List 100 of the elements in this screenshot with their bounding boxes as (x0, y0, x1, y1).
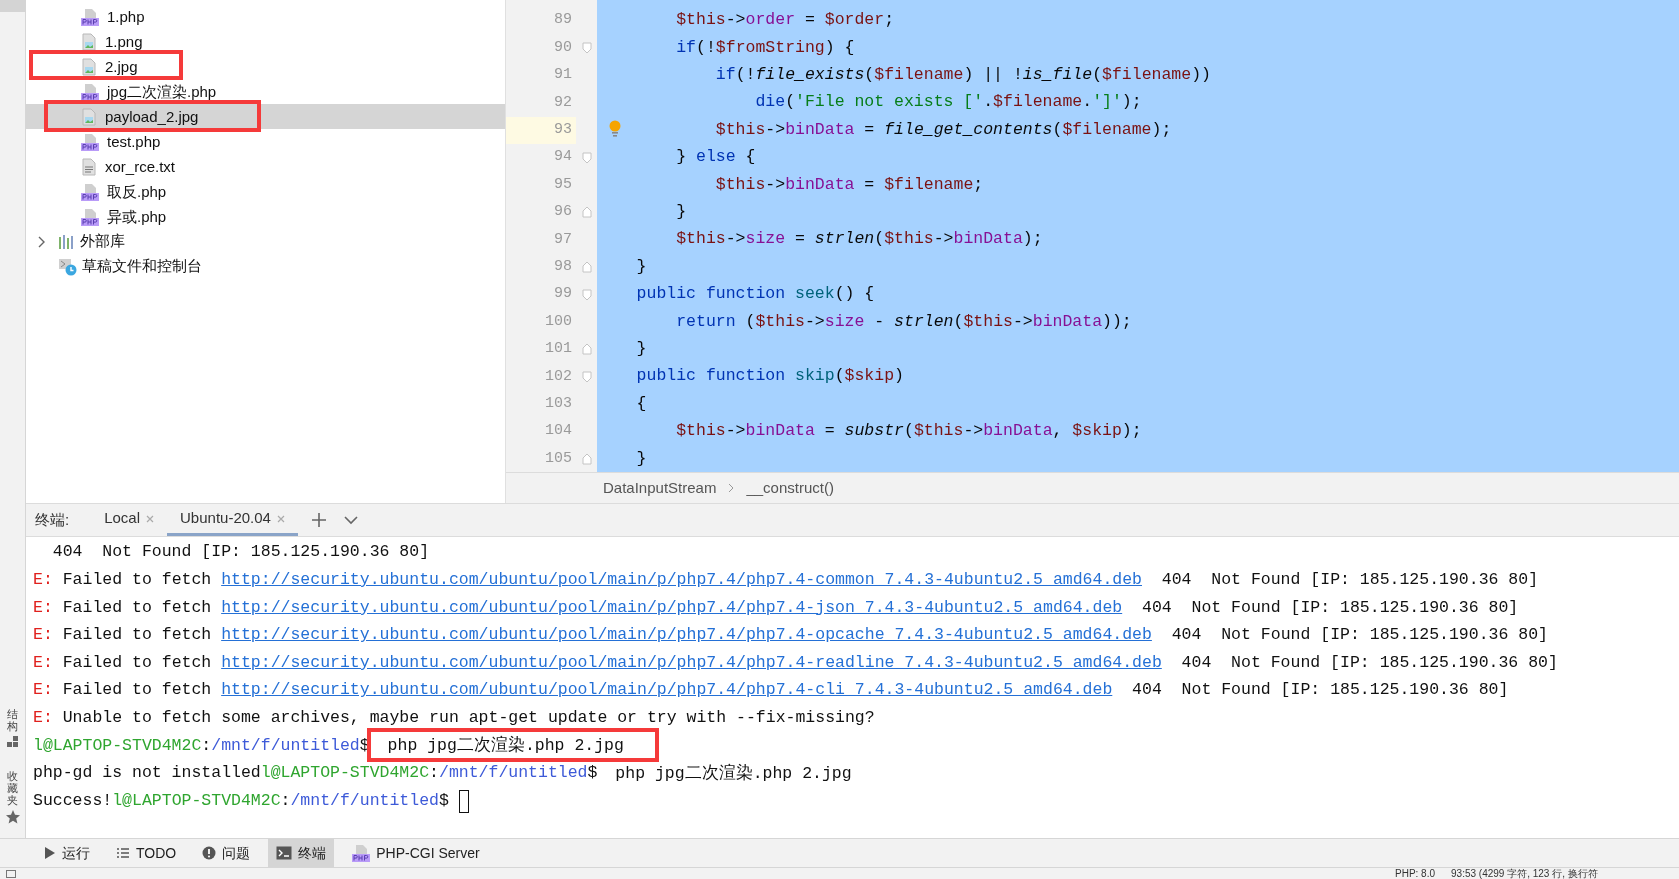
terminal-line: E: Failed to fetch http://security.ubuntu.com/ubuntu/pool/main/p/php7.4/php7.4-opcache_7.4.3-4ubuntu2.5_amd64.deb 404 Not Found [IP: 185.125.190.36 80] (33, 624, 1548, 647)
code-line: $this->order = $order; (676, 9, 895, 32)
code-line: } (636, 338, 647, 360)
scratch-clock-icon (58, 257, 78, 276)
line-number: 98 (553, 256, 573, 277)
code-line: $this->binData = $filename; (715, 173, 984, 196)
code-line: { (636, 392, 647, 415)
panel-label: 终端: (35, 509, 70, 530)
play-icon (44, 846, 56, 860)
library-icon (58, 233, 76, 250)
terminal-line: E: Failed to fetch http://security.ubuntu.com/ubuntu/pool/main/p/php7.4/php7.4-readline_7.4.3-4ubuntu2.5_amd64.deb 404 Not Found [IP: 185.125.190.36 80] (33, 651, 1558, 674)
code-line: } (636, 447, 647, 470)
tool-window-button[interactable]: PHP-CGI Server (344, 839, 488, 867)
structure-icon (6, 735, 19, 748)
php-file-icon (81, 82, 99, 101)
line-number: 94 (553, 147, 573, 168)
tree-item[interactable]: xor_rce.txt (26, 154, 505, 179)
terminal-icon (276, 846, 293, 860)
tree-item[interactable]: 1.php (26, 4, 505, 29)
tree-item[interactable]: 2.jpg (26, 54, 505, 79)
terminal-line: E: Failed to fetch http://security.ubuntu.com/ubuntu/pool/main/p/php7.4/php7.4-common_7.4.3-4ubuntu2.5_amd64.deb 404 Not Found [IP: 185.125.190.36 80] (33, 569, 1539, 591)
line-number: 105 (544, 448, 573, 469)
close-icon (146, 514, 155, 523)
tool-window-button[interactable]: 终端 (268, 839, 335, 867)
terminal-tab[interactable]: Ubuntu-20.04 (167, 504, 298, 536)
tool-window-button[interactable]: 问题 (194, 839, 259, 867)
line-number: 92 (553, 92, 573, 113)
code-line: public function seek() { (636, 283, 875, 306)
info-icon (202, 846, 217, 860)
line-number: 93 (506, 116, 576, 144)
command-text: php jpg二次渲染.php 2.jpg (386, 737, 624, 754)
tree-item[interactable]: 外部库 (80, 230, 125, 253)
line-number: 91 (553, 65, 573, 86)
star-icon (5, 810, 20, 824)
url-link[interactable]: http://security.ubuntu.com/ubuntu/pool/main/p/php7.4/php7.4-common_7.4.3-4ubuntu2.5_amd64.deb (221, 570, 1142, 589)
breadcrumb-item[interactable]: DataInputStream (603, 476, 717, 500)
php-file-icon (81, 132, 99, 151)
line-number: 97 (553, 229, 573, 250)
image-file-icon (81, 57, 97, 76)
terminal-line: 404 Not Found [IP: 185.125.190.36 80] (51, 541, 430, 564)
url-link[interactable]: http://security.ubuntu.com/ubuntu/pool/main/p/php7.4/php7.4-opcache_7.4.3-4ubuntu2.5_amd64.deb (221, 625, 1152, 645)
status-item: 93:53 (4299 字符, 123 行, 换行符 (1451, 868, 1598, 879)
php-file-icon (81, 7, 99, 26)
image-file-icon (81, 32, 97, 51)
tree-item[interactable]: payload_2.jpg (26, 104, 505, 129)
vertical-tab-label[interactable]: 收藏夹 (7, 769, 18, 806)
line-number: 99 (553, 284, 573, 305)
url-link[interactable]: http://security.ubuntu.com/ubuntu/pool/main/p/php7.4/php7.4-readline_7.4.3-4ubuntu2.5_amd64.deb (221, 652, 1162, 672)
terminal-line: E: Unable to fetch some archives, maybe run apt-get update or try with --fix-missing? (33, 707, 875, 729)
code-line: } (636, 255, 647, 278)
line-number: 102 (544, 366, 573, 387)
tree-item[interactable]: jpg二次渲染.php (26, 79, 505, 104)
tree-item[interactable]: test.php (26, 129, 505, 154)
code-line: $this->binData = file_get_contents($filename); (715, 118, 1172, 141)
close-icon (276, 514, 285, 523)
terminal-line: Success!l@LAPTOP-STVD4M2C:/mnt/f/untitled$ (33, 789, 449, 812)
code-line: } (676, 201, 687, 224)
terminal-tab[interactable]: Local (91, 504, 168, 536)
tree-item[interactable]: 异或.php (26, 204, 505, 229)
line-number: 90 (553, 37, 573, 58)
panel-toggle-icon (6, 870, 16, 878)
add-icon (311, 513, 326, 527)
line-number: 101 (544, 339, 573, 360)
terminal-line: php-gd is not installedl@LAPTOP-STVD4M2C:/mnt/f/untitled$ (33, 762, 598, 785)
dropdown-icon (343, 515, 358, 525)
code-line: die('File not exists ['.$filename.']'); (755, 91, 1142, 114)
breadcrumb-item[interactable]: __construct() (746, 476, 834, 500)
tree-item[interactable]: 草稿文件和控制台 (82, 255, 202, 278)
url-link[interactable]: http://security.ubuntu.com/ubuntu/pool/main/p/php7.4/php7.4-cli_7.4.3-4ubuntu2.5_amd64.deb (221, 680, 1113, 700)
line-number: 89 (553, 10, 573, 31)
line-number: 100 (544, 311, 573, 332)
line-number: 95 (553, 174, 573, 195)
command-text: php jpg二次渲染.php 2.jpg (614, 765, 852, 782)
tool-window-button[interactable]: TODO (108, 839, 185, 867)
php-file-icon (81, 207, 99, 226)
separator-icon (728, 483, 735, 493)
url-link[interactable]: http://security.ubuntu.com/ubuntu/pool/main/p/php7.4/php7.4-json_7.4.3-4ubuntu2.5_amd64.deb (221, 597, 1123, 617)
line-number: 104 (544, 421, 573, 442)
php-file-icon (81, 182, 99, 201)
php-file-icon (352, 844, 371, 862)
code-line: if(!$fromString) { (676, 36, 855, 59)
code-line: $this->binData = substr($this->binData, $skip); (676, 420, 1142, 443)
tree-item[interactable]: 1.png (26, 29, 505, 54)
code-line: return ($this->size - strlen($this->binData)); (676, 310, 1132, 333)
code-line: $this->size = strlen($this->binData); (676, 228, 1043, 251)
tool-window-button[interactable]: 运行 (36, 839, 98, 867)
status-item: PHP: 8.0 (1395, 868, 1436, 879)
tree-item[interactable]: 取反.php (26, 179, 505, 204)
tool-tab[interactable] (0, 0, 26, 12)
text-file-icon (81, 157, 97, 176)
code-line: if(!file_exists($filename) || !is_file($filename)) (715, 64, 1211, 87)
image-file-icon (81, 107, 97, 126)
code-line: public function skip($skip) (636, 365, 904, 388)
list-icon (116, 847, 130, 859)
terminal-line: E: Failed to fetch http://security.ubuntu.com/ubuntu/pool/main/p/php7.4/php7.4-cli_7.4.3-4ubuntu2.5_amd64.deb 404 Not Found [IP: 185.125.190.36 80] (33, 679, 1509, 702)
line-number: 96 (553, 202, 573, 223)
code-line: } else { (676, 146, 756, 169)
terminal-line: E: Failed to fetch http://security.ubuntu.com/ubuntu/pool/main/p/php7.4/php7.4-json_7.4.3-4ubuntu2.5_amd64.deb 404 Not Found [IP: 185.125.190.36 80] (33, 596, 1519, 619)
line-number: 103 (544, 393, 573, 414)
vertical-tab-label[interactable]: 结构 (7, 707, 18, 732)
